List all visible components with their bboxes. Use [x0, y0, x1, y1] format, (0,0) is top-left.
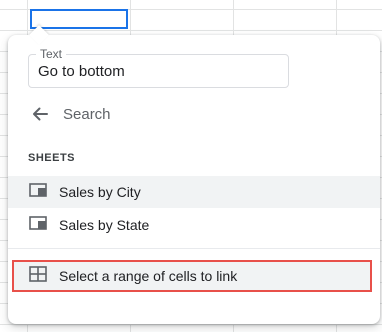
text-field-value[interactable]: Go to bottom — [38, 63, 125, 81]
active-cell[interactable] — [30, 9, 128, 29]
sheet-item-sales-by-state[interactable]: Sales by State — [8, 209, 380, 241]
sheet-item-label: Sales by State — [59, 217, 150, 233]
link-text-field[interactable]: Text Go to bottom — [28, 47, 289, 88]
text-field-label: Text — [36, 47, 67, 61]
sheet-tab-icon — [29, 215, 47, 235]
search-row[interactable]: Search — [28, 101, 111, 127]
select-range-option[interactable]: Select a range of cells to link — [12, 260, 372, 292]
select-range-label: Select a range of cells to link — [59, 268, 238, 284]
divider — [8, 248, 380, 249]
sheet-item-label: Sales by City — [59, 184, 141, 200]
search-label[interactable]: Search — [63, 106, 111, 123]
arrow-back-icon[interactable] — [28, 102, 52, 126]
sheets-section-header: SHEETS — [28, 152, 76, 164]
sheet-tab-icon — [29, 182, 47, 202]
grid-icon — [29, 265, 47, 287]
link-popup: Text Go to bottom Search SHEETS Sales by… — [8, 25, 380, 324]
sheet-item-sales-by-city[interactable]: Sales by City — [8, 176, 380, 208]
